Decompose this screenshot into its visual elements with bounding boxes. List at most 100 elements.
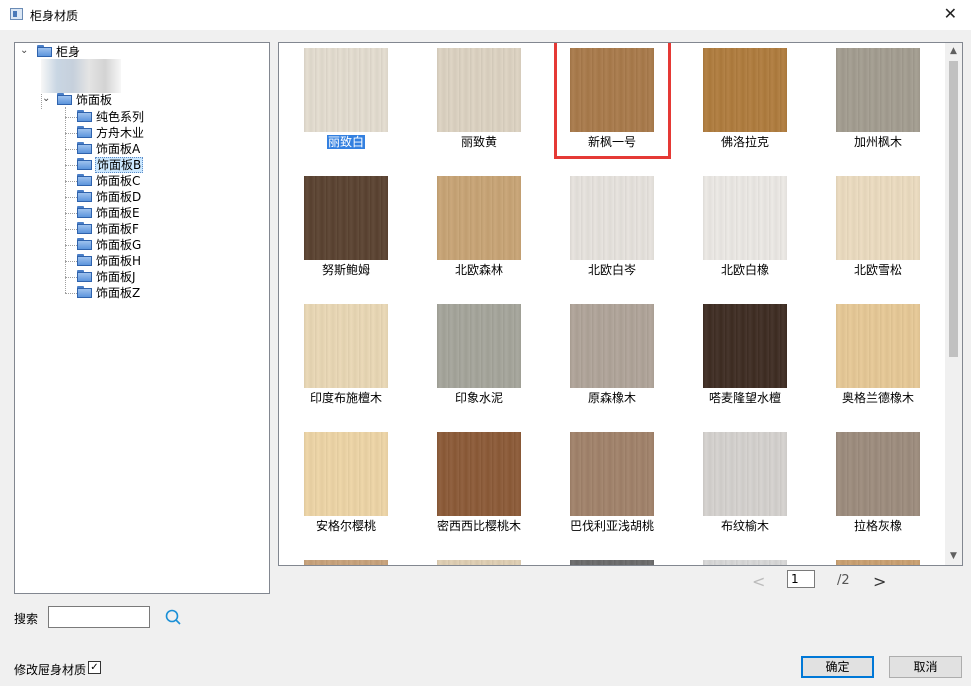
tree-item[interactable]: 饰面板J — [77, 269, 137, 285]
expand-arrow-icon[interactable]: ⌄ — [20, 45, 28, 56]
material-swatch — [304, 48, 388, 132]
material-grid: 丽致白 丽致黄 新枫一号佛洛拉克 加州枫木努斯鲍姆 北欧森林 北欧白岑 北欧白橡 北欧雪松印度… — [278, 42, 963, 566]
material-label: 北欧雪松 — [853, 263, 902, 277]
material-label: 北欧白橡 — [720, 263, 769, 277]
material-swatch — [570, 432, 654, 516]
tree-item-label: 饰面板J — [96, 270, 136, 284]
folder-icon — [77, 174, 93, 187]
material-tile[interactable]: 努斯鲍姆 — [292, 172, 400, 284]
material-tile[interactable]: 布纹榆木 — [691, 428, 799, 540]
folder-icon — [77, 238, 93, 251]
material-swatch — [304, 176, 388, 260]
folder-icon — [77, 206, 93, 219]
title-bar: 柜身材质 ✕ — [0, 0, 971, 30]
tree-item[interactable]: 饰面板F — [77, 221, 140, 237]
material-tile[interactable]: 原森橡木 — [558, 300, 666, 412]
material-swatch — [570, 176, 654, 260]
material-label: 加州枫木 — [853, 135, 902, 149]
material-tile[interactable]: 安格尔樱桃 — [292, 428, 400, 540]
material-tile[interactable] — [824, 556, 932, 565]
tree-item[interactable]: 饰面板B — [77, 157, 144, 173]
material-swatch — [437, 560, 521, 565]
tree-item[interactable]: 饰面板E — [77, 205, 141, 221]
material-tile[interactable]: 北欧白岑 — [558, 172, 666, 284]
folder-icon — [77, 254, 93, 267]
material-tile[interactable]: 密西西比樱桃木 — [425, 428, 533, 540]
scroll-down-icon[interactable]: ▼ — [945, 548, 962, 565]
blurred-item — [41, 59, 121, 93]
material-swatch — [437, 176, 521, 260]
material-tile[interactable]: 北欧雪松 — [824, 172, 932, 284]
folder-icon — [77, 190, 93, 203]
material-swatch — [304, 304, 388, 388]
material-tile[interactable]: 印象水泥 — [425, 300, 533, 412]
folder-icon — [77, 126, 93, 139]
material-label: 丽致白 — [326, 135, 365, 149]
scroll-thumb[interactable] — [949, 61, 958, 357]
material-tile[interactable] — [558, 556, 666, 565]
tree-item-label: 方舟木业 — [96, 126, 145, 140]
ok-button[interactable]: 确定 — [801, 656, 874, 678]
category-tree[interactable]: ⌄ 柜身 ⌄ 饰面板 纯色系列 方舟木业 饰面板A 饰面板B 饰面板C 饰面板D 饰面板E 饰… — [14, 42, 270, 594]
material-label: 北欧森林 — [454, 263, 503, 277]
search-label: 搜索 — [14, 612, 39, 626]
highlight-box — [554, 43, 671, 159]
vertical-scrollbar[interactable]: ▲ ▼ — [945, 43, 962, 565]
tree-item-label: 饰面板H — [96, 254, 142, 268]
folder-icon — [77, 110, 93, 123]
tree-item[interactable]: 纯色系列 — [77, 109, 145, 125]
material-tile[interactable] — [292, 556, 400, 565]
material-tile[interactable]: 丽致黄 — [425, 44, 533, 156]
material-label: 印象水泥 — [454, 391, 503, 405]
scroll-up-icon[interactable]: ▲ — [945, 43, 962, 60]
material-tile[interactable]: 北欧森林 — [425, 172, 533, 284]
cancel-button[interactable]: 取消 — [889, 656, 962, 678]
page-number-input[interactable]: 1 — [787, 570, 815, 588]
tree-item-label: 饰面板B — [95, 157, 144, 173]
material-tile[interactable]: 巴伐利亚浅胡桃 — [558, 428, 666, 540]
prev-page-button[interactable]: < — [752, 572, 765, 591]
material-tile[interactable]: 丽致白 — [292, 44, 400, 156]
material-tile[interactable]: 拉格灰橡 — [824, 428, 932, 540]
tree-item[interactable]: 饰面板C — [77, 173, 141, 189]
material-label: 丽致黄 — [460, 135, 497, 149]
material-label: 密西西比樱桃木 — [436, 519, 521, 533]
tree-root[interactable]: 柜身 — [37, 44, 81, 60]
material-tile[interactable]: 佛洛拉克 — [691, 44, 799, 156]
material-label: 嗒麦隆望水檀 — [708, 391, 781, 405]
material-tile[interactable]: 北欧白橡 — [691, 172, 799, 284]
material-swatch — [836, 560, 920, 565]
tree-item[interactable]: 饰面板H — [77, 253, 142, 269]
folder-icon — [77, 158, 93, 171]
material-tile[interactable]: 奥格兰德橡木 — [824, 300, 932, 412]
material-tile[interactable]: 印度布施檀木 — [292, 300, 400, 412]
material-label: 布纹榆木 — [720, 519, 769, 533]
material-swatch — [437, 304, 521, 388]
tree-item[interactable]: 饰面板Z — [77, 285, 141, 301]
modify-drawer-material-label: 修改屉身材质 — [14, 663, 87, 677]
modify-drawer-material-checkbox[interactable]: ✓ — [88, 661, 101, 674]
tree-item[interactable]: 方舟木业 — [77, 125, 145, 141]
material-tile[interactable]: 新枫一号 — [554, 43, 671, 159]
material-tile[interactable]: 加州枫木 — [824, 44, 932, 156]
search-icon[interactable] — [165, 609, 181, 625]
material-swatch — [570, 304, 654, 388]
material-tile[interactable]: 嗒麦隆望水檀 — [691, 300, 799, 412]
tree-item[interactable]: 饰面板D — [77, 189, 142, 205]
tree-item[interactable]: 饰面板G — [77, 237, 142, 253]
material-label: 巴伐利亚浅胡桃 — [569, 519, 654, 533]
expand-arrow-icon[interactable]: ⌄ — [42, 93, 50, 104]
material-swatch — [437, 432, 521, 516]
material-label: 拉格灰橡 — [853, 519, 902, 533]
material-swatch — [703, 176, 787, 260]
search-input[interactable] — [48, 606, 150, 628]
tree-item[interactable]: 饰面板A — [77, 141, 141, 157]
next-page-button[interactable]: > — [873, 572, 886, 591]
material-tile[interactable] — [425, 556, 533, 565]
material-label: 印度布施檀木 — [309, 391, 382, 405]
tree-item-label: 纯色系列 — [96, 110, 145, 124]
tree-group-panel[interactable]: 饰面板 — [57, 92, 113, 108]
material-label: 佛洛拉克 — [720, 135, 769, 149]
close-icon[interactable]: ✕ — [944, 4, 957, 24]
material-tile[interactable] — [691, 556, 799, 565]
